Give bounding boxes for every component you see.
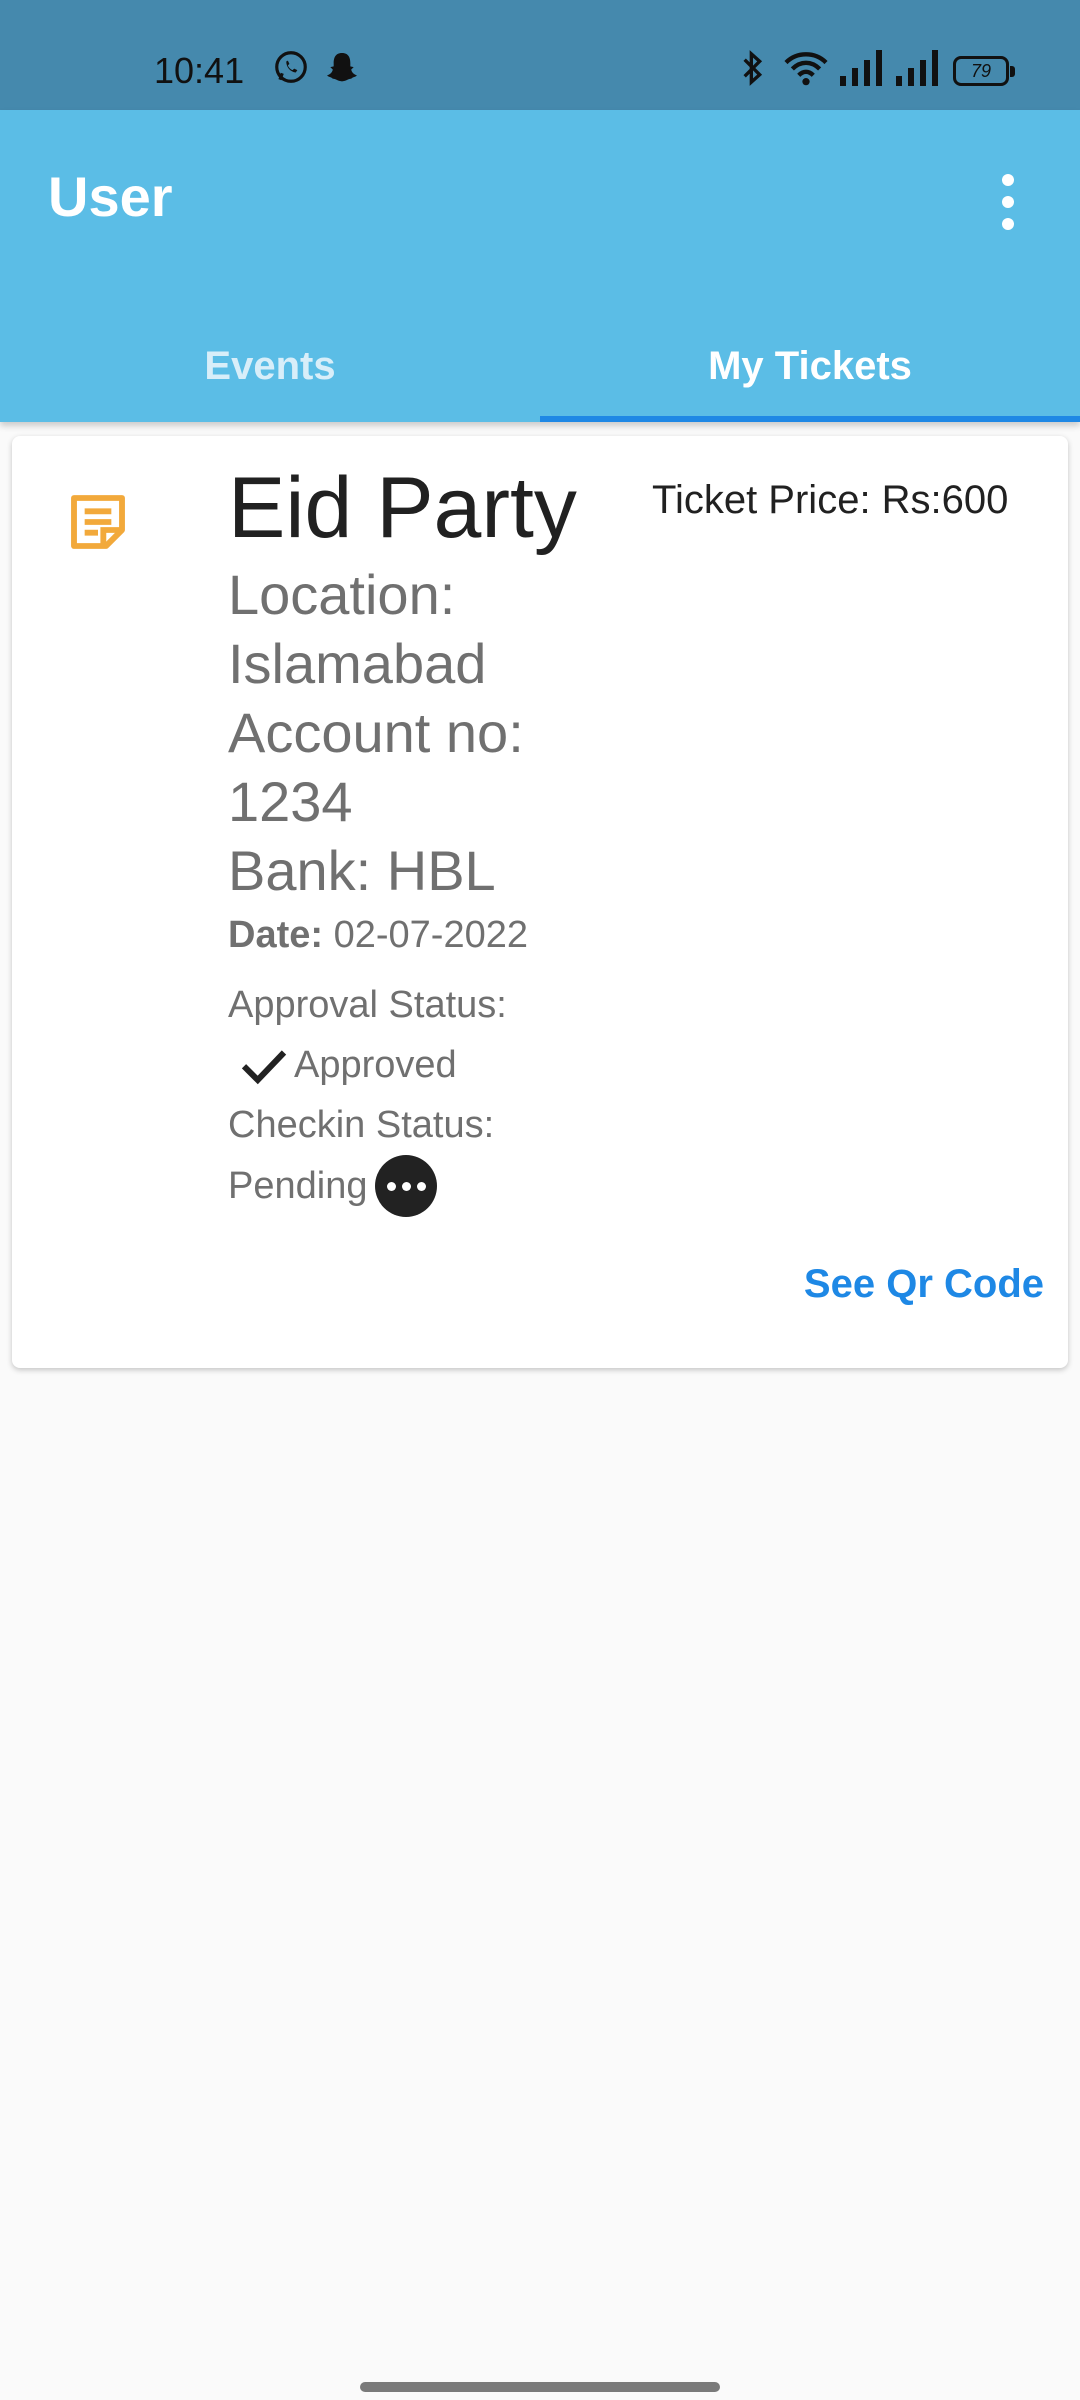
more-vert-icon[interactable]	[982, 160, 1034, 244]
approval-status-label: Approval Status:	[228, 984, 507, 1026]
event-location: Location: Islamabad	[228, 563, 487, 695]
checkin-status-label: Checkin Status:	[228, 1104, 495, 1146]
tab-bar: Events My Tickets	[0, 310, 1080, 422]
approval-status-value: Approved	[294, 1044, 457, 1086]
tab-events[interactable]: Events	[0, 310, 540, 422]
checkin-status: Pending	[228, 1155, 628, 1217]
pending-icon	[375, 1155, 438, 1217]
home-indicator[interactable]	[360, 2382, 720, 2392]
signal-icon-2	[896, 50, 938, 86]
event-date: Date: 02-07-2022	[228, 909, 628, 961]
status-time: 10:41	[154, 50, 245, 91]
battery-icon: 79	[953, 56, 1015, 86]
check-icon	[241, 1050, 287, 1085]
ticket-info: Eid Party Location: Islamabad Account no…	[228, 456, 628, 1217]
note-icon	[71, 495, 125, 549]
approval-status: Approved	[228, 1035, 628, 1095]
app-bar: User Events My Tickets	[0, 110, 1080, 422]
bank-name: Bank: HBL	[228, 839, 496, 902]
snapchat-icon	[327, 53, 357, 82]
checkin-status-value: Pending	[228, 1165, 368, 1207]
date-value: 02-07-2022	[333, 914, 528, 956]
tab-my-tickets[interactable]: My Tickets	[540, 310, 1080, 422]
bluetooth-icon	[743, 50, 763, 86]
event-title: Eid Party	[228, 460, 577, 556]
app-title: User	[48, 165, 173, 228]
see-qr-code-button[interactable]: See Qr Code	[804, 1262, 1044, 1307]
whatsapp-icon	[275, 51, 307, 83]
status-bar: 10:41 79	[0, 0, 1080, 110]
ticket-card[interactable]: Eid Party Location: Islamabad Account no…	[12, 436, 1068, 1368]
signal-icon	[840, 50, 882, 86]
date-label: Date:	[228, 914, 324, 956]
wifi-icon	[784, 52, 828, 86]
ticket-price: Ticket Price: Rs:600	[652, 478, 1009, 522]
account-number: Account no: 1234	[228, 701, 524, 833]
